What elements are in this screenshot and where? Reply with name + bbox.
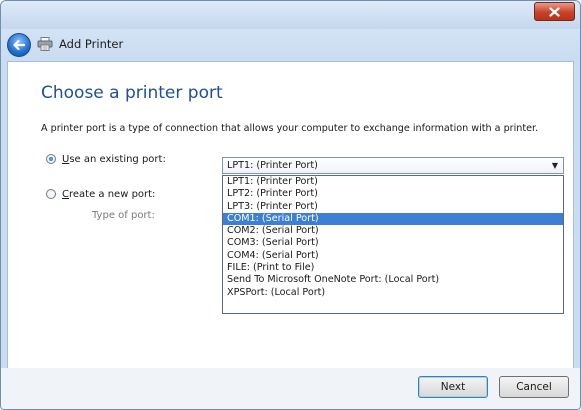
port-option[interactable]: COM3: (Serial Port) [223,237,563,249]
port-option[interactable]: LPT1: (Printer Port) [223,176,563,188]
use-existing-port-radio[interactable] [46,154,56,164]
page-description: A printer port is a type of connection t… [41,123,539,134]
create-new-port-label[interactable]: Create a new port: [62,189,155,200]
port-option[interactable]: COM4: (Serial Port) [223,250,563,262]
add-printer-window: Add Printer Choose a printer port A prin… [0,0,581,410]
type-of-port-label: Type of port: [92,210,155,221]
port-option[interactable]: FILE: (Print to File) [223,262,563,274]
close-x-icon [549,6,560,17]
printer-icon [37,37,53,51]
wizard-header: Add Printer [1,29,580,61]
chevron-down-icon[interactable]: ▼ [552,161,558,170]
use-existing-port-option[interactable]: Use an existing port: [46,152,166,166]
use-existing-port-label[interactable]: Use an existing port: [62,154,166,165]
cancel-button[interactable]: Cancel [499,376,569,398]
port-option[interactable]: Send To Microsoft OneNote Port: (Local P… [223,274,563,286]
next-button[interactable]: Next [418,376,488,398]
back-arrow-icon [13,39,26,51]
port-option[interactable]: LPT3: (Printer Port) [223,201,563,213]
window-title: Add Printer [59,37,124,51]
page-heading: Choose a printer port [41,83,223,103]
combobox-value: LPT1: (Printer Port) [227,160,318,171]
existing-port-combobox[interactable]: LPT1: (Printer Port) ▼ [222,157,564,174]
wizard-content: Choose a printer port A printer port is … [7,61,574,369]
back-button[interactable] [7,33,31,57]
create-new-port-option[interactable]: Create a new port: [46,187,155,201]
port-option[interactable]: XPSPort: (Local Port) [223,287,563,299]
port-option[interactable]: LPT2: (Printer Port) [223,188,563,200]
title-bar[interactable] [1,1,580,29]
port-dropdown-list[interactable]: LPT1: (Printer Port) LPT2: (Printer Port)… [222,175,564,314]
button-bar: Next Cancel [1,368,580,409]
port-option[interactable]: COM2: (Serial Port) [223,225,563,237]
create-new-port-radio[interactable] [46,189,56,199]
close-button[interactable] [534,2,575,21]
port-option[interactable]: COM1: (Serial Port) [223,212,563,226]
